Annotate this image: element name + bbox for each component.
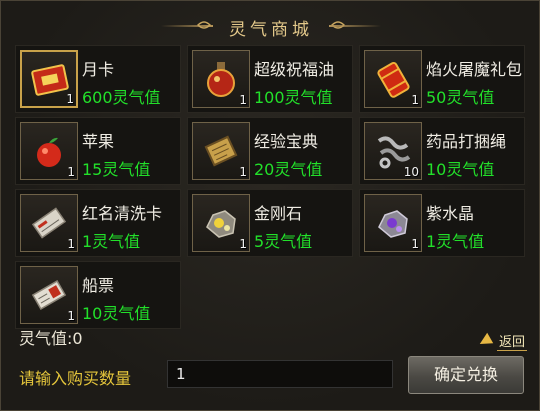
item-name: 经验宝典: [254, 132, 319, 151]
item-quantity: 1: [239, 165, 247, 179]
item-quantity: 10: [403, 165, 419, 179]
back-label: 返回: [496, 331, 527, 351]
item-price: 1灵气值: [82, 232, 141, 251]
item-quantity: 1: [67, 309, 75, 323]
spirit-balance: 灵气值:0: [19, 329, 83, 348]
exp-book-icon: [204, 135, 238, 167]
shop-item-bundle-rope[interactable]: 10 药品打捆绳 10灵气值: [359, 117, 525, 185]
back-arrow-icon: [476, 332, 494, 350]
title-ornament-right: [329, 25, 381, 27]
quantity-input[interactable]: [167, 360, 393, 388]
firework-gift-pack-icon: [377, 61, 410, 98]
confirm-exchange-button[interactable]: 确定兑换: [408, 356, 524, 394]
item-icon-frame[interactable]: 1: [20, 122, 78, 180]
item-icon-frame[interactable]: 10: [364, 122, 422, 180]
item-name: 船票: [82, 276, 115, 295]
shop-item-amethyst[interactable]: 1 紫水晶 1灵气值: [359, 189, 525, 257]
item-name: 超级祝福油: [254, 60, 335, 79]
shop-item-red-name-wash-card[interactable]: 1 红名清洗卡 1灵气值: [15, 189, 181, 257]
item-name: 焰火屠魔礼包: [426, 60, 523, 79]
item-name: 药品打捆绳: [426, 132, 507, 151]
ship-ticket-icon: [31, 280, 67, 310]
shop-item-apple[interactable]: 1 苹果 15灵气值: [15, 117, 181, 185]
item-icon-frame[interactable]: 1: [364, 194, 422, 252]
item-quantity: 1: [239, 237, 247, 251]
item-name: 红名清洗卡: [82, 204, 163, 223]
diamond-ore-icon: [206, 210, 236, 238]
item-quantity: 1: [66, 92, 74, 106]
shop-item-diamond-ore[interactable]: 1 金刚石 5灵气值: [187, 189, 353, 257]
item-name: 苹果: [82, 132, 115, 151]
item-icon-frame[interactable]: 1: [192, 122, 250, 180]
item-quantity: 1: [67, 237, 75, 251]
item-name: 紫水晶: [426, 204, 475, 223]
item-icon-frame[interactable]: 1: [364, 50, 422, 108]
quantity-prompt: 请输入购买数量: [19, 369, 132, 388]
item-price: 1灵气值: [426, 232, 485, 251]
red-name-wash-card-icon: [31, 207, 67, 239]
item-price: 10灵气值: [82, 304, 151, 323]
window-title: 灵气商城: [229, 20, 313, 40]
amethyst-icon: [378, 210, 408, 238]
item-grid: 1 月卡 600灵气值 1 超级祝福油 100灵气值 1 焰火屠魔礼包 50灵气…: [15, 45, 527, 351]
apple-icon: [37, 137, 61, 167]
item-icon-frame[interactable]: 1: [20, 266, 78, 324]
item-quantity: 1: [67, 165, 75, 179]
item-price: 50灵气值: [426, 88, 495, 107]
shop-item-blessing-oil[interactable]: 1 超级祝福油 100灵气值: [187, 45, 353, 113]
item-price: 20灵气值: [254, 160, 323, 179]
item-icon-frame[interactable]: 1: [20, 50, 78, 108]
spirit-shop-panel: 灵气商城 1 月卡 600灵气值 1 超级祝福油 100灵气值 1 焰火屠魔礼包…: [0, 0, 540, 411]
item-quantity: 1: [411, 237, 419, 251]
item-price: 10灵气值: [426, 160, 495, 179]
blessing-oil-icon: [207, 62, 235, 97]
back-button[interactable]: 返回: [476, 331, 529, 351]
shop-item-firework-gift-pack[interactable]: 1 焰火屠魔礼包 50灵气值: [359, 45, 525, 113]
item-name: 月卡: [82, 60, 115, 79]
shop-item-exp-book[interactable]: 1 经验宝典 20灵气值: [187, 117, 353, 185]
item-price: 600灵气值: [82, 88, 161, 107]
shop-item-ship-ticket[interactable]: 1 船票 10灵气值: [15, 261, 181, 329]
item-name: 金刚石: [254, 204, 303, 223]
item-icon-frame[interactable]: 1: [20, 194, 78, 252]
item-price: 5灵气值: [254, 232, 313, 251]
item-icon-frame[interactable]: 1: [192, 194, 250, 252]
item-quantity: 1: [239, 93, 247, 107]
title-bar: 灵气商城: [1, 1, 540, 43]
item-price: 15灵气值: [82, 160, 151, 179]
shop-item-monthly-card[interactable]: 1 月卡 600灵气值: [15, 45, 181, 113]
item-icon-frame[interactable]: 1: [192, 50, 250, 108]
item-price: 100灵气值: [254, 88, 333, 107]
item-quantity: 1: [411, 93, 419, 107]
